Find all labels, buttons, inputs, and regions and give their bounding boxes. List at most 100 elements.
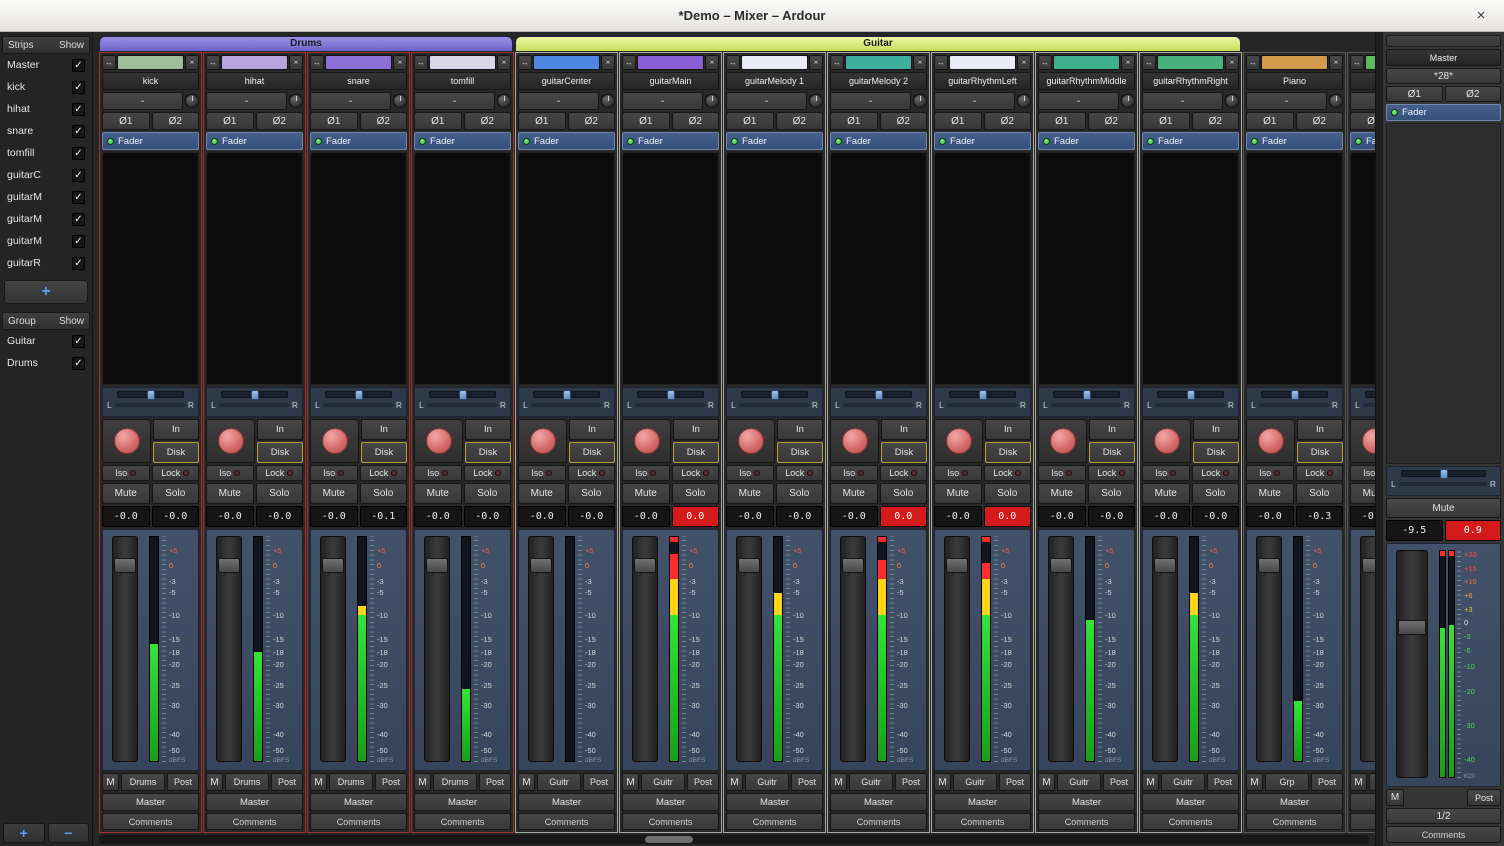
processor-box[interactable]: [1350, 152, 1375, 385]
comments-button[interactable]: Comments: [622, 813, 719, 830]
gain-fader[interactable]: [424, 536, 450, 762]
trim-knob[interactable]: [393, 94, 407, 108]
comments-button[interactable]: Comments: [310, 813, 407, 830]
strip-color-swatch[interactable]: [221, 55, 288, 70]
strip-color-swatch[interactable]: [741, 55, 808, 70]
fader-processor[interactable]: Fader: [1142, 132, 1239, 150]
fader-processor[interactable]: Fader: [934, 132, 1031, 150]
mute-button[interactable]: Mute: [830, 483, 878, 504]
pan-track[interactable]: [1261, 391, 1328, 398]
phase-invert-2[interactable]: Ø2: [568, 112, 616, 130]
fader-handle[interactable]: [1154, 558, 1176, 573]
trim-knob[interactable]: [705, 94, 719, 108]
trim-knob[interactable]: [1017, 94, 1031, 108]
monitor-input-button[interactable]: In: [1193, 419, 1239, 440]
group-button[interactable]: Guitr: [953, 773, 997, 791]
trim-knob[interactable]: [1225, 94, 1239, 108]
fader-processor[interactable]: Fader: [1350, 132, 1375, 150]
meter-point-button[interactable]: Post: [375, 773, 407, 791]
panner[interactable]: L R: [414, 387, 511, 417]
fader-handle[interactable]: [946, 558, 968, 573]
panner[interactable]: L R: [206, 387, 303, 417]
strip-color-swatch[interactable]: [845, 55, 912, 70]
pan-handle[interactable]: [1440, 469, 1448, 479]
strip-width-toggle[interactable]: ↔: [1350, 55, 1364, 70]
strip-name-button[interactable]: snare: [310, 72, 407, 90]
group-button[interactable]: Grp: [1265, 773, 1309, 791]
monitor-input-button[interactable]: In: [465, 419, 511, 440]
strip-color-swatch[interactable]: [1053, 55, 1120, 70]
strip-hide-button[interactable]: ×: [1121, 55, 1135, 70]
group-button[interactable]: Drums: [121, 773, 165, 791]
phase-invert-1[interactable]: Ø1: [310, 112, 358, 130]
solo-isolate-button[interactable]: Iso: [1246, 465, 1294, 481]
phase-invert-2[interactable]: Ø2: [1192, 112, 1240, 130]
gain-fader[interactable]: [840, 536, 866, 762]
metering-button[interactable]: M: [830, 773, 847, 791]
strip-list-item[interactable]: Drums ✓: [2, 352, 90, 374]
strip-name-button[interactable]: guitarCenter: [518, 72, 615, 90]
comments-button[interactable]: Comments: [1386, 826, 1501, 843]
solo-lock-button[interactable]: Lock: [464, 465, 512, 481]
add-group-button[interactable]: +: [3, 823, 45, 843]
strip-hide-button[interactable]: ×: [289, 55, 303, 70]
strip-width-toggle[interactable]: ↔: [1142, 55, 1156, 70]
gain-display[interactable]: -0.0: [206, 506, 254, 527]
phase-invert-2[interactable]: Ø2: [152, 112, 200, 130]
strip-color-swatch[interactable]: [1157, 55, 1224, 70]
comments-button[interactable]: Comments: [726, 813, 823, 830]
strip-name-button[interactable]: tomfill: [414, 72, 511, 90]
gain-fader[interactable]: [112, 536, 138, 762]
monitor-disk-button[interactable]: Disk: [1193, 442, 1239, 463]
metering-button[interactable]: M: [310, 773, 327, 791]
group-button[interactable]: Guitr: [1057, 773, 1101, 791]
strip-name-button[interactable]: hihat: [206, 72, 303, 90]
strip-width-toggle[interactable]: ↔: [1038, 55, 1052, 70]
input-button[interactable]: -: [1246, 92, 1327, 110]
record-enable-button[interactable]: [1362, 428, 1376, 454]
output-button[interactable]: 1/2: [1386, 808, 1501, 824]
visibility-checkbox[interactable]: ✓: [72, 191, 85, 204]
strip-width-toggle[interactable]: ↔: [206, 55, 220, 70]
monitor-disk-button[interactable]: Disk: [1297, 442, 1343, 463]
pan-track[interactable]: [1401, 470, 1486, 477]
fader-handle[interactable]: [1362, 558, 1375, 573]
metering-button[interactable]: M: [102, 773, 119, 791]
phase-invert-1[interactable]: Ø1: [1142, 112, 1190, 130]
solo-isolate-button[interactable]: Iso: [934, 465, 982, 481]
strip-name-button[interactable]: guitarMain: [622, 72, 719, 90]
mute-button[interactable]: Mute: [206, 483, 254, 504]
mute-button[interactable]: Mute: [1350, 483, 1375, 504]
peak-display[interactable]: 0.9: [1445, 520, 1502, 541]
pan-handle[interactable]: [459, 390, 467, 400]
record-enable-button[interactable]: [946, 428, 972, 454]
mute-button[interactable]: Mute: [102, 483, 150, 504]
gain-display[interactable]: -0.0: [1142, 506, 1190, 527]
solo-isolate-button[interactable]: Iso: [1142, 465, 1190, 481]
record-enable-button[interactable]: [738, 428, 764, 454]
strip-color-swatch[interactable]: [1365, 55, 1375, 70]
strip-hide-button[interactable]: ×: [705, 55, 719, 70]
gain-fader[interactable]: [528, 536, 554, 762]
fader-handle[interactable]: [426, 558, 448, 573]
trim-knob[interactable]: [1329, 94, 1343, 108]
monitor-input-button[interactable]: In: [985, 419, 1031, 440]
visibility-checkbox[interactable]: ✓: [72, 147, 85, 160]
pan-handle[interactable]: [563, 390, 571, 400]
phase-invert-2[interactable]: Ø2: [984, 112, 1032, 130]
record-enable-button[interactable]: [842, 428, 868, 454]
gain-display[interactable]: -9.5: [1386, 520, 1443, 541]
solo-button[interactable]: Solo: [984, 483, 1032, 504]
panner[interactable]: L R: [1350, 387, 1375, 417]
horizontal-scrollbar[interactable]: [99, 835, 1369, 844]
gain-display[interactable]: -0.0: [830, 506, 878, 527]
group-button[interactable]: Guitr: [849, 773, 893, 791]
output-button[interactable]: Master: [830, 793, 927, 811]
fader-handle[interactable]: [114, 558, 136, 573]
monitor-disk-button[interactable]: Disk: [153, 442, 199, 463]
phase-invert-1[interactable]: Ø1: [206, 112, 254, 130]
record-enable-button[interactable]: [634, 428, 660, 454]
fader-processor[interactable]: Fader: [518, 132, 615, 150]
strip-list-item[interactable]: kick ✓: [2, 76, 90, 98]
metering-button[interactable]: M: [934, 773, 951, 791]
